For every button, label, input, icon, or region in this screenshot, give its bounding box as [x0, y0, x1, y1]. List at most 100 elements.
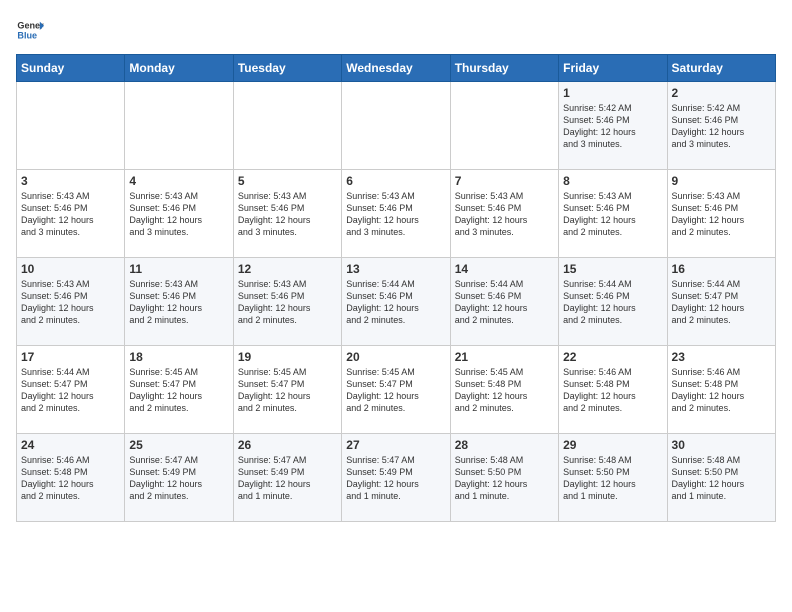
- day-number-1: 1: [563, 86, 662, 100]
- logo-icon: General Blue: [16, 16, 44, 44]
- day-info-17: Sunrise: 5:44 AM Sunset: 5:47 PM Dayligh…: [21, 366, 120, 415]
- day-number-30: 30: [672, 438, 771, 452]
- cell-3-2: 19Sunrise: 5:45 AM Sunset: 5:47 PM Dayli…: [233, 346, 341, 434]
- cell-4-3: 27 Sunrise: 5:47 AM Sunset: 5:49 PM Dayli…: [342, 434, 450, 522]
- cell-3-6: 23 Sunrise: 5:46 AM Sunset: 5:48 PM Dayli…: [667, 346, 775, 434]
- day-number-29: 29: [563, 438, 662, 452]
- day-number-26: 26: [238, 438, 337, 452]
- day-info-18: Sunrise: 5:45 AM Sunset: 5:47 PM Dayligh…: [129, 366, 228, 415]
- day-info-26: Sunrise: 5:47 AM Sunset: 5:49 PM Dayligh…: [238, 454, 337, 503]
- day-info-2: Sunrise: 5:42 AM Sunset: 5:46 PM Dayligh…: [672, 102, 771, 151]
- page-header: General Blue: [16, 16, 776, 44]
- day-info-10: Sunrise: 5:43 AM Sunset: 5:46 PM Dayligh…: [21, 278, 120, 327]
- cell-4-0: 24Sunrise: 5:46 AM Sunset: 5:48 PM Dayli…: [17, 434, 125, 522]
- day-number-24: 24: [21, 438, 120, 452]
- cell-0-5: 1Sunrise: 5:42 AM Sunset: 5:46 PM Daylig…: [559, 82, 667, 170]
- day-number-22: 22: [563, 350, 662, 364]
- header-thursday: Thursday: [450, 55, 558, 82]
- header-row: SundayMondayTuesdayWednesdayThursdayFrid…: [17, 55, 776, 82]
- day-number-18: 18: [129, 350, 228, 364]
- cell-3-4: 21Sunrise: 5:45 AM Sunset: 5:48 PM Dayli…: [450, 346, 558, 434]
- header-wednesday: Wednesday: [342, 55, 450, 82]
- svg-text:Blue: Blue: [17, 30, 37, 40]
- day-number-23: 23: [672, 350, 771, 364]
- cell-2-1: 11 Sunrise: 5:43 AM Sunset: 5:46 PM Dayli…: [125, 258, 233, 346]
- day-info-11: Sunrise: 5:43 AM Sunset: 5:46 PM Dayligh…: [129, 278, 228, 327]
- day-info-25: Sunrise: 5:47 AM Sunset: 5:49 PM Dayligh…: [129, 454, 228, 503]
- day-info-8: Sunrise: 5:43 AM Sunset: 5:46 PM Dayligh…: [563, 190, 662, 239]
- day-number-11: 11: [129, 262, 228, 276]
- calendar-table: SundayMondayTuesdayWednesdayThursdayFrid…: [16, 54, 776, 522]
- day-info-9: Sunrise: 5:43 AM Sunset: 5:46 PM Dayligh…: [672, 190, 771, 239]
- week-row-3: 10 Sunrise: 5:43 AM Sunset: 5:46 PM Dayli…: [17, 258, 776, 346]
- cell-1-3: 6 Sunrise: 5:43 AM Sunset: 5:46 PM Daylig…: [342, 170, 450, 258]
- cell-3-0: 17 Sunrise: 5:44 AM Sunset: 5:47 PM Dayli…: [17, 346, 125, 434]
- day-number-9: 9: [672, 174, 771, 188]
- day-info-15: Sunrise: 5:44 AM Sunset: 5:46 PM Dayligh…: [563, 278, 662, 327]
- day-number-25: 25: [129, 438, 228, 452]
- cell-0-1: [125, 82, 233, 170]
- week-row-5: 24Sunrise: 5:46 AM Sunset: 5:48 PM Dayli…: [17, 434, 776, 522]
- day-info-21: Sunrise: 5:45 AM Sunset: 5:48 PM Dayligh…: [455, 366, 554, 415]
- day-info-28: Sunrise: 5:48 AM Sunset: 5:50 PM Dayligh…: [455, 454, 554, 503]
- day-info-29: Sunrise: 5:48 AM Sunset: 5:50 PM Dayligh…: [563, 454, 662, 503]
- day-info-22: Sunrise: 5:46 AM Sunset: 5:48 PM Dayligh…: [563, 366, 662, 415]
- day-info-5: Sunrise: 5:43 AM Sunset: 5:46 PM Dayligh…: [238, 190, 337, 239]
- cell-2-4: 14Sunrise: 5:44 AM Sunset: 5:46 PM Dayli…: [450, 258, 558, 346]
- day-info-7: Sunrise: 5:43 AM Sunset: 5:46 PM Dayligh…: [455, 190, 554, 239]
- day-info-23: Sunrise: 5:46 AM Sunset: 5:48 PM Dayligh…: [672, 366, 771, 415]
- header-tuesday: Tuesday: [233, 55, 341, 82]
- cell-4-2: 26 Sunrise: 5:47 AM Sunset: 5:49 PM Dayli…: [233, 434, 341, 522]
- day-info-6: Sunrise: 5:43 AM Sunset: 5:46 PM Dayligh…: [346, 190, 445, 239]
- cell-1-5: 8 Sunrise: 5:43 AM Sunset: 5:46 PM Daylig…: [559, 170, 667, 258]
- cell-3-1: 18 Sunrise: 5:45 AM Sunset: 5:47 PM Dayli…: [125, 346, 233, 434]
- day-number-8: 8: [563, 174, 662, 188]
- header-friday: Friday: [559, 55, 667, 82]
- cell-2-2: 12 Sunrise: 5:43 AM Sunset: 5:46 PM Dayli…: [233, 258, 341, 346]
- day-info-30: Sunrise: 5:48 AM Sunset: 5:50 PM Dayligh…: [672, 454, 771, 503]
- logo: General Blue: [16, 16, 48, 44]
- day-number-15: 15: [563, 262, 662, 276]
- cell-4-5: 29 Sunrise: 5:48 AM Sunset: 5:50 PM Dayli…: [559, 434, 667, 522]
- day-info-3: Sunrise: 5:43 AM Sunset: 5:46 PM Dayligh…: [21, 190, 120, 239]
- calendar-body: 1 Sunrise: 5:42 AM Sunset: 5:46 PM Daylig…: [17, 82, 776, 522]
- day-number-16: 16: [672, 262, 771, 276]
- day-number-7: 7: [455, 174, 554, 188]
- header-sunday: Sunday: [17, 55, 125, 82]
- week-row-1: 1 Sunrise: 5:42 AM Sunset: 5:46 PM Daylig…: [17, 82, 776, 170]
- cell-0-0: [17, 82, 125, 170]
- day-number-12: 12: [238, 262, 337, 276]
- cell-0-4: [450, 82, 558, 170]
- cell-0-6: 2 Sunrise: 5:42 AM Sunset: 5:46 PM Daylig…: [667, 82, 775, 170]
- day-info-27: Sunrise: 5:47 AM Sunset: 5:49 PM Dayligh…: [346, 454, 445, 503]
- day-number-6: 6: [346, 174, 445, 188]
- day-number-14: 14: [455, 262, 554, 276]
- cell-0-2: [233, 82, 341, 170]
- cell-4-6: 30 Sunrise: 5:48 AM Sunset: 5:50 PM Dayli…: [667, 434, 775, 522]
- day-info-16: Sunrise: 5:44 AM Sunset: 5:47 PM Dayligh…: [672, 278, 771, 327]
- cell-1-2: 5 Sunrise: 5:43 AM Sunset: 5:46 PM Daylig…: [233, 170, 341, 258]
- day-number-10: 10: [21, 262, 120, 276]
- cell-1-6: 9 Sunrise: 5:43 AM Sunset: 5:46 PM Daylig…: [667, 170, 775, 258]
- day-number-3: 3: [21, 174, 120, 188]
- day-number-2: 2: [672, 86, 771, 100]
- cell-4-1: 25 Sunrise: 5:47 AM Sunset: 5:49 PM Dayli…: [125, 434, 233, 522]
- cell-1-0: 3 Sunrise: 5:43 AM Sunset: 5:46 PM Daylig…: [17, 170, 125, 258]
- cell-2-5: 15 Sunrise: 5:44 AM Sunset: 5:46 PM Dayli…: [559, 258, 667, 346]
- day-number-13: 13: [346, 262, 445, 276]
- cell-2-3: 13Sunrise: 5:44 AM Sunset: 5:46 PM Dayli…: [342, 258, 450, 346]
- day-number-27: 27: [346, 438, 445, 452]
- cell-1-1: 4Sunrise: 5:43 AM Sunset: 5:46 PM Daylig…: [125, 170, 233, 258]
- day-number-5: 5: [238, 174, 337, 188]
- cell-2-0: 10 Sunrise: 5:43 AM Sunset: 5:46 PM Dayli…: [17, 258, 125, 346]
- day-number-17: 17: [21, 350, 120, 364]
- day-number-28: 28: [455, 438, 554, 452]
- day-info-4: Sunrise: 5:43 AM Sunset: 5:46 PM Dayligh…: [129, 190, 228, 239]
- week-row-4: 17 Sunrise: 5:44 AM Sunset: 5:47 PM Dayli…: [17, 346, 776, 434]
- header-saturday: Saturday: [667, 55, 775, 82]
- cell-1-4: 7 Sunrise: 5:43 AM Sunset: 5:46 PM Daylig…: [450, 170, 558, 258]
- cell-4-4: 28 Sunrise: 5:48 AM Sunset: 5:50 PM Dayli…: [450, 434, 558, 522]
- calendar-header: SundayMondayTuesdayWednesdayThursdayFrid…: [17, 55, 776, 82]
- day-number-19: 19: [238, 350, 337, 364]
- day-info-12: Sunrise: 5:43 AM Sunset: 5:46 PM Dayligh…: [238, 278, 337, 327]
